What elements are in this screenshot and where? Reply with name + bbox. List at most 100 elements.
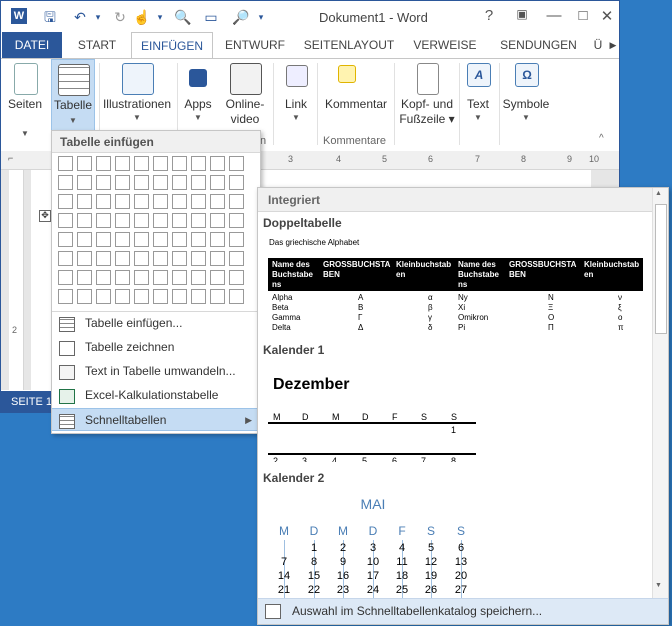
table-grid-cell[interactable] [153,213,168,228]
table-grid-cell[interactable] [58,289,73,304]
table-grid-cell[interactable] [96,194,111,209]
table-grid-cell[interactable] [172,194,187,209]
table-grid-cell[interactable] [210,213,225,228]
menu-item-text-in-tabelle[interactable]: Text in Tabelle umwandeln... [52,360,260,383]
table-grid-cell[interactable] [153,251,168,266]
table-grid-cell[interactable] [229,251,244,266]
table-grid-cell[interactable] [172,251,187,266]
table-grid-cell[interactable] [115,213,130,228]
table-grid-cell[interactable] [153,270,168,285]
table-grid-cell[interactable] [229,194,244,209]
table-grid-cell[interactable] [58,251,73,266]
table-grid-cell[interactable] [191,270,206,285]
gallery-scrollbar[interactable]: ▲ ▼ [652,188,668,598]
table-grid-cell[interactable] [191,175,206,190]
table-grid-cell[interactable] [191,251,206,266]
kommentar-button[interactable]: Kommentar [321,59,391,145]
new-document-icon[interactable]: ▭ [202,8,220,26]
table-grid-cell[interactable] [77,213,92,228]
tab-selector-icon[interactable]: ⌐ [8,153,13,163]
menu-item-tabelle-zeichnen[interactable]: Tabelle zeichnen [52,336,260,359]
table-grid-cell[interactable] [134,251,149,266]
table-grid-cell[interactable] [172,213,187,228]
table-grid-cell[interactable] [96,213,111,228]
tab-ueberpruefen[interactable]: Ü [591,32,605,58]
table-grid-cell[interactable] [210,156,225,171]
table-grid-cell[interactable] [58,156,73,171]
menu-item-tabelle-einfuegen[interactable]: Tabelle einfügen... [52,312,260,335]
symbole-button[interactable]: Ω Symbole ▼ [501,59,551,145]
table-grid-cell[interactable] [96,232,111,247]
table-grid-cell[interactable] [58,213,73,228]
table-grid-cell[interactable] [77,232,92,247]
table-grid-cell[interactable] [134,194,149,209]
table-grid-cell[interactable] [77,194,92,209]
tab-einfuegen[interactable]: EINFÜGEN [131,32,213,58]
redo-icon[interactable]: ↻ [111,8,129,26]
close-button[interactable]: ✕ [596,7,618,25]
text-button[interactable]: A Text ▼ [461,59,495,145]
kalender1-preview[interactable]: Dezember M D M D F S S 1 2 3 4 5 6 7 8 [258,360,652,462]
print-preview-icon[interactable]: 🔍 [174,8,192,26]
table-grid-cell[interactable] [115,156,130,171]
tabelle-button[interactable]: Tabelle ▼ [51,59,95,131]
table-grid-cell[interactable] [210,270,225,285]
touch-mode-icon[interactable]: ☝ [133,8,151,26]
table-grid-cell[interactable] [229,213,244,228]
table-grid-cell[interactable] [191,156,206,171]
table-grid-cell[interactable] [172,175,187,190]
table-size-grid[interactable] [58,156,253,334]
table-grid-cell[interactable] [172,156,187,171]
find-icon[interactable]: 🔎 [232,8,250,26]
table-grid-cell[interactable] [191,289,206,304]
table-grid-cell[interactable] [210,175,225,190]
table-grid-cell[interactable] [229,232,244,247]
link-button[interactable]: Link ▼ [279,59,313,145]
table-grid-cell[interactable] [77,156,92,171]
table-grid-cell[interactable] [58,270,73,285]
table-grid-cell[interactable] [77,175,92,190]
table-grid-cell[interactable] [172,270,187,285]
table-grid-cell[interactable] [134,175,149,190]
table-grid-cell[interactable] [172,232,187,247]
save-icon[interactable]: 🖫 [41,8,59,26]
table-grid-cell[interactable] [229,156,244,171]
table-grid-cell[interactable] [96,175,111,190]
table-grid-cell[interactable] [96,251,111,266]
table-grid-cell[interactable] [58,232,73,247]
table-move-handle-icon[interactable]: ✥ [39,210,51,222]
table-grid-cell[interactable] [115,194,130,209]
table-grid-cell[interactable] [96,156,111,171]
table-grid-cell[interactable] [191,213,206,228]
scroll-down-icon[interactable]: ▼ [655,582,662,589]
scrollbar-thumb[interactable] [655,204,667,334]
table-grid-cell[interactable] [153,194,168,209]
table-grid-cell[interactable] [191,194,206,209]
table-grid-cell[interactable] [153,156,168,171]
table-grid-cell[interactable] [77,251,92,266]
table-grid-cell[interactable] [134,270,149,285]
table-grid-cell[interactable] [77,289,92,304]
table-grid-cell[interactable] [58,194,73,209]
table-grid-cell[interactable] [115,289,130,304]
touch-dropdown-icon[interactable]: ▾ [151,8,169,26]
table-grid-cell[interactable] [229,175,244,190]
table-grid-cell[interactable] [210,232,225,247]
table-grid-cell[interactable] [210,289,225,304]
table-grid-cell[interactable] [153,175,168,190]
table-grid-cell[interactable] [153,289,168,304]
ribbon-display-button[interactable]: ▣ [511,7,533,21]
table-grid-cell[interactable] [191,232,206,247]
menu-item-excel-tabelle[interactable]: Excel-Kalkulationstabelle [52,384,260,407]
customize-qat-icon[interactable]: ▾ [252,8,270,26]
tab-seitenlayout[interactable]: SEITENLAYOUT [299,32,399,58]
tab-entwurf[interactable]: ENTWURF [216,32,294,58]
table-grid-cell[interactable] [58,175,73,190]
table-grid-cell[interactable] [134,289,149,304]
table-grid-cell[interactable] [77,270,92,285]
table-grid-cell[interactable] [172,289,187,304]
doppeltabelle-preview[interactable]: Das griechische Alphabet Name des Buchst… [258,232,652,336]
table-grid-cell[interactable] [153,232,168,247]
menu-item-schnelltabellen[interactable]: Schnelltabellen ▶ [52,408,260,431]
table-grid-cell[interactable] [96,289,111,304]
